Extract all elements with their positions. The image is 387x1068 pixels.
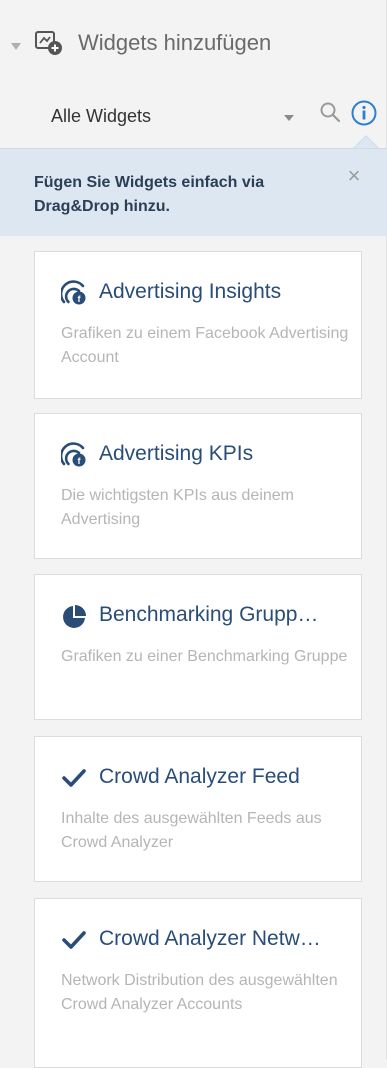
checkmark-icon — [62, 931, 86, 949]
widget-card-advertising-insights[interactable]: f Advertising Insights Grafiken zu einem… — [34, 251, 362, 399]
widget-panel: Widgets hinzufügen Alle Widgets Fügen Si… — [0, 0, 387, 1068]
info-message: Fügen Sie Widgets einfach via Drag&Drop … — [34, 174, 265, 215]
widget-description: Die wichtigsten KPIs aus deinem Advertis… — [61, 487, 294, 528]
checkmark-icon — [62, 769, 86, 787]
panel-title: Widgets hinzufügen — [78, 30, 272, 55]
widget-card-crowd-analyzer-network[interactable]: Crowd Analyzer Netw… Network Distributio… — [34, 898, 362, 1068]
filter-row: Alle Widgets — [0, 85, 387, 145]
widget-card-advertising-kpis[interactable]: f Advertising KPIs Die wichtigsten KPIs … — [34, 413, 362, 559]
widget-description: Inhalte des ausgewählten Feeds aus Crowd… — [61, 810, 322, 851]
widget-card-benchmarking[interactable]: Benchmarking Grupp… Grafiken zu einer Be… — [34, 574, 362, 720]
widget-card-crowd-analyzer-feed[interactable]: Crowd Analyzer Feed Inhalte des ausgewäh… — [34, 736, 362, 882]
widget-description: Grafiken zu einem Facebook Advertising A… — [61, 325, 349, 366]
advertising-icon: f — [61, 280, 86, 305]
widget-title: Crowd Analyzer Feed — [99, 765, 300, 788]
advertising-icon: f — [61, 442, 86, 467]
widget-title: Crowd Analyzer Netw… — [99, 927, 321, 950]
widget-filter-select[interactable]: Alle Widgets — [34, 99, 302, 133]
pie-chart-icon — [63, 605, 86, 628]
close-icon[interactable]: × — [343, 165, 365, 187]
info-icon[interactable] — [350, 99, 378, 127]
panel-header[interactable]: Widgets hinzufügen — [0, 0, 387, 85]
info-box: Fügen Sie Widgets einfach via Drag&Drop … — [0, 148, 387, 236]
widget-description: Network Distribution des ausgewählten Cr… — [61, 972, 338, 1013]
widget-description: Grafiken zu einer Benchmarking Gruppe — [61, 648, 348, 665]
widget-title: Advertising Insights — [99, 280, 282, 303]
filter-selected-value: Alle Widgets — [51, 106, 152, 126]
search-icon[interactable] — [318, 100, 342, 124]
collapse-caret-icon[interactable] — [11, 43, 21, 50]
widget-title: Advertising KPIs — [99, 442, 254, 465]
add-widget-icon — [35, 31, 62, 55]
chevron-down-icon — [284, 115, 294, 121]
widget-title: Benchmarking Grupp… — [99, 603, 319, 626]
